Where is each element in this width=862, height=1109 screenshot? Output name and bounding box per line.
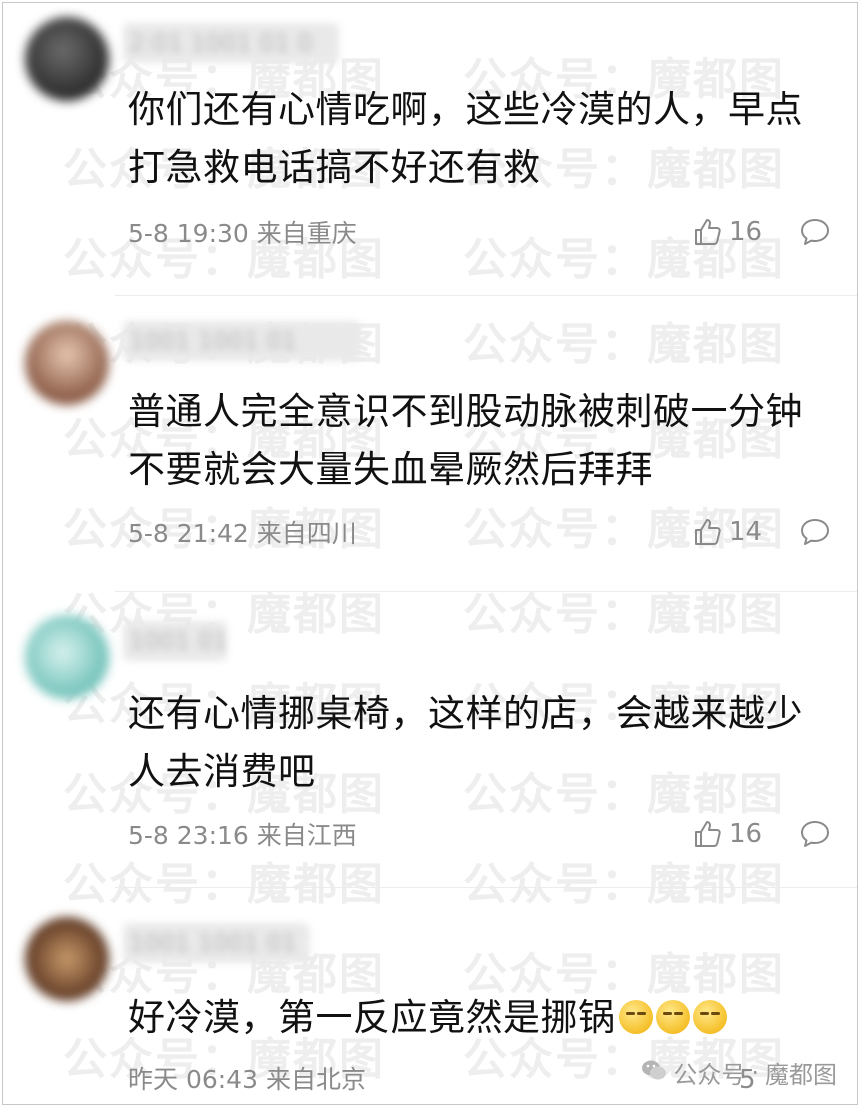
comment-list: 公众号：魔都图 公众号：魔都图 公众号：魔都图 公众号：魔都图 公众号：魔都图 …: [2, 2, 858, 1105]
comment-meta: 昨天 06:43 来自北京: [128, 1065, 366, 1095]
comment-time: 5-8 19:30: [128, 219, 249, 248]
like-button[interactable]: 16: [693, 217, 762, 247]
comment-text: 普通人完全意识不到股动脉被刺破一分钟不要就会大量失血晕厥然后拜拜: [128, 390, 803, 491]
reply-button[interactable]: [799, 517, 831, 547]
account-label: 公众号: [673, 1061, 746, 1089]
username[interactable]: 1001 01: [123, 621, 227, 661]
comment-location: 来自重庆: [256, 219, 357, 248]
comment-bubble-icon: [799, 517, 831, 547]
avatar[interactable]: [25, 17, 109, 101]
comment-text: 好冷漠，第一反应竟然是挪锅: [128, 989, 828, 1047]
username[interactable]: 1001 1001 01 1: [123, 923, 309, 963]
divider: [115, 591, 857, 592]
comment-time: 昨天 06:43: [128, 1065, 258, 1094]
comment-location: 来自北京: [265, 1065, 366, 1094]
comment-location: 来自江西: [256, 821, 357, 850]
comment-time: 5-8 21:42: [128, 519, 249, 548]
comment-meta: 5-8 19:30 来自重庆: [128, 219, 357, 249]
comment-bubble-icon: [799, 819, 831, 849]
like-count: 16: [729, 217, 763, 247]
comment-meta: 5-8 21:42 来自四川: [128, 519, 357, 549]
comment-text: 你们还有心情吃啊，这些冷漠的人，早点打急救电话搞不好还有救: [128, 88, 803, 189]
reply-button[interactable]: [799, 217, 831, 247]
divider: [115, 295, 857, 296]
comment-time: 5-8 23:16: [128, 821, 249, 850]
sweat-face-emoji-icon: [655, 1000, 690, 1034]
avatar[interactable]: [25, 615, 109, 699]
comment-meta: 5-8 23:16 来自江西: [128, 821, 357, 851]
avatar[interactable]: [25, 917, 109, 1001]
separator: ·: [751, 1058, 759, 1087]
watermark: 公众号：魔都图: [463, 589, 785, 640]
comment-text: 还有心情挪桌椅，这样的店，会越来越少人去消费吧: [128, 692, 803, 793]
comment-location: 来自四川: [256, 519, 357, 548]
divider: [115, 887, 857, 888]
sweat-face-emoji-icon: [618, 1000, 653, 1034]
username[interactable]: 2:01 1001 01 0: [123, 23, 339, 63]
account-branding: 公众号 · 魔都图: [641, 1055, 837, 1090]
sweat-face-emoji-icon: [692, 1000, 727, 1034]
thumbs-up-icon: [693, 217, 723, 247]
reply-button[interactable]: [799, 819, 831, 849]
comment-text-body: 好冷漠，第一反应竟然是挪锅: [128, 996, 616, 1039]
watermark: 公众号：魔都图: [463, 859, 785, 910]
thumbs-up-icon: [693, 517, 723, 547]
wechat-icon: [641, 1059, 667, 1087]
like-button[interactable]: 16: [693, 819, 762, 849]
like-count: 16: [729, 819, 763, 849]
like-button[interactable]: 14: [693, 517, 762, 547]
watermark: 公众号：魔都图: [63, 859, 385, 910]
account-name: 魔都图: [765, 1061, 837, 1089]
thumbs-up-icon: [693, 819, 723, 849]
avatar[interactable]: [25, 321, 109, 405]
comment-bubble-icon: [799, 217, 831, 247]
watermark: 公众号：魔都图: [463, 319, 785, 370]
like-count: 14: [729, 517, 763, 547]
username[interactable]: 1001 1001 01: [123, 321, 361, 361]
